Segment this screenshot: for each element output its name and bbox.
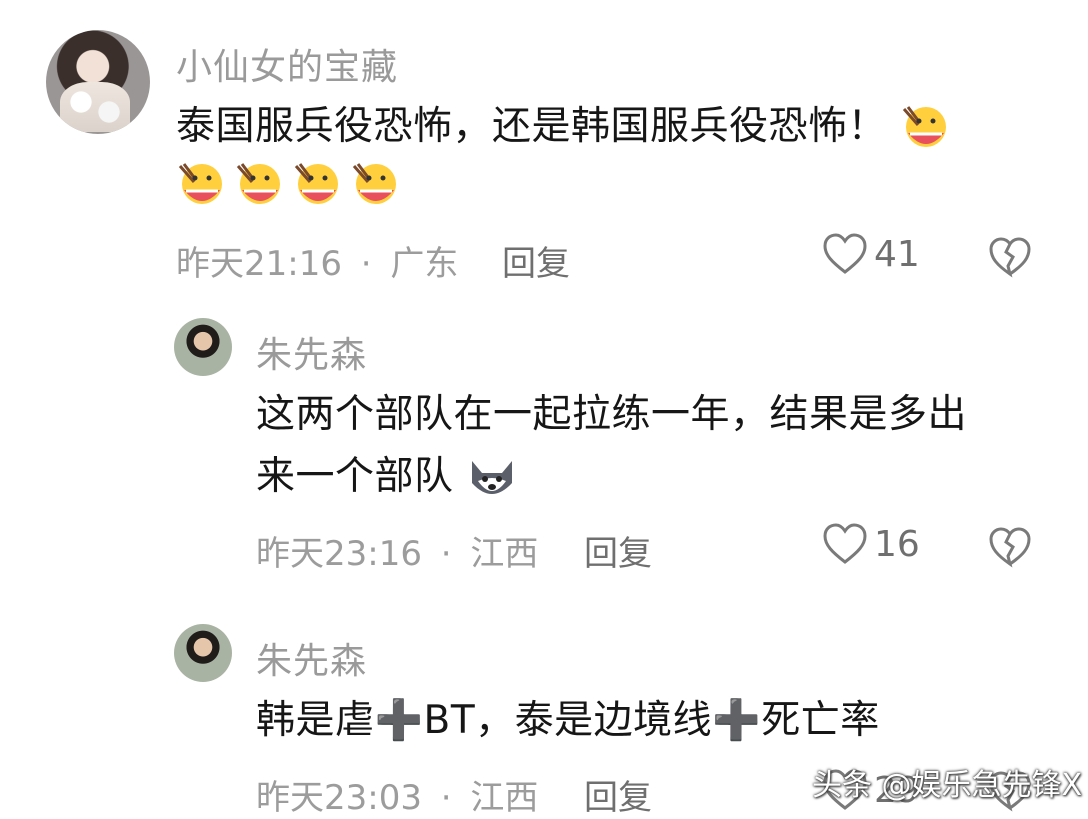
comment-location: 江西 (470, 778, 539, 818)
avatar[interactable] (174, 624, 232, 682)
comment-username[interactable]: 朱先森 (256, 632, 367, 684)
watermark: 头条 @娱乐急先锋X (812, 768, 1083, 803)
comment-meta: 昨天23:03 · 江西 (256, 770, 538, 819)
comment-time: 昨天23:03 (256, 778, 422, 818)
comment-3: 朱先森 韩是虐➕BT，泰是边境线➕死亡率 昨天23:03 · 江西 回复 29 (0, 0, 1088, 819)
meta-separator: · (440, 778, 452, 818)
comment-text: 韩是虐➕BT，泰是边境线➕死亡率 (256, 698, 880, 743)
reply-button[interactable]: 回复 (584, 770, 652, 819)
